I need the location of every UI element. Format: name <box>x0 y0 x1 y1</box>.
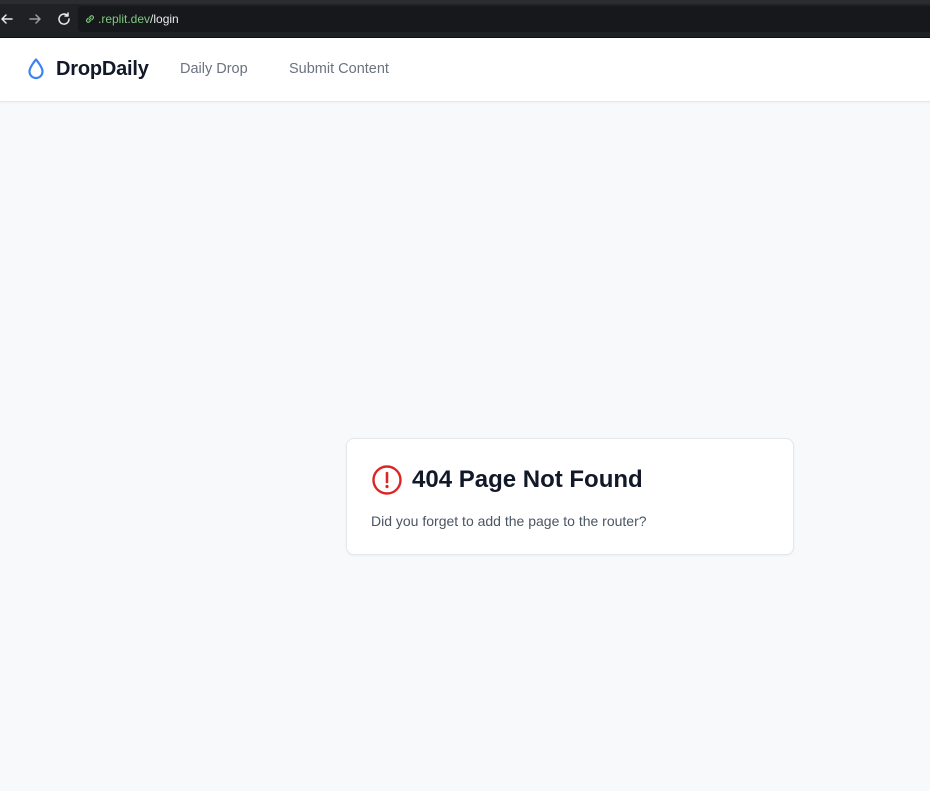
card-header: 404 Page Not Found <box>371 464 643 496</box>
alert-circle-icon <box>372 465 402 495</box>
nav-submit-content[interactable]: Submit Content <box>289 61 389 77</box>
reload-icon <box>58 12 70 25</box>
url-domain: .replit.dev <box>98 12 151 26</box>
not-found-card: 404 Page Not Found Did you forget to add… <box>346 438 794 555</box>
reload-button[interactable] <box>54 9 74 29</box>
logo-link[interactable]: DropDaily <box>25 57 149 81</box>
forward-button[interactable] <box>25 9 45 29</box>
tab-strip <box>0 0 930 4</box>
page-title: 404 Page Not Found <box>412 466 643 493</box>
address-bar[interactable]: .replit.dev/login <box>78 6 930 32</box>
browser-toolbar: .replit.dev/login <box>0 0 930 38</box>
droplet-icon <box>28 58 44 80</box>
url-path: /login <box>150 12 179 26</box>
back-button[interactable] <box>0 9 17 29</box>
link-icon <box>86 15 94 23</box>
arrow-right-icon <box>29 14 41 24</box>
error-message: Did you forget to add the page to the ro… <box>371 513 647 529</box>
arrow-left-icon <box>1 14 13 24</box>
brand-name: DropDaily <box>56 57 149 80</box>
nav-daily-drop[interactable]: Daily Drop <box>180 61 248 77</box>
app-header: DropDaily Daily Drop Submit Content <box>0 38 930 102</box>
